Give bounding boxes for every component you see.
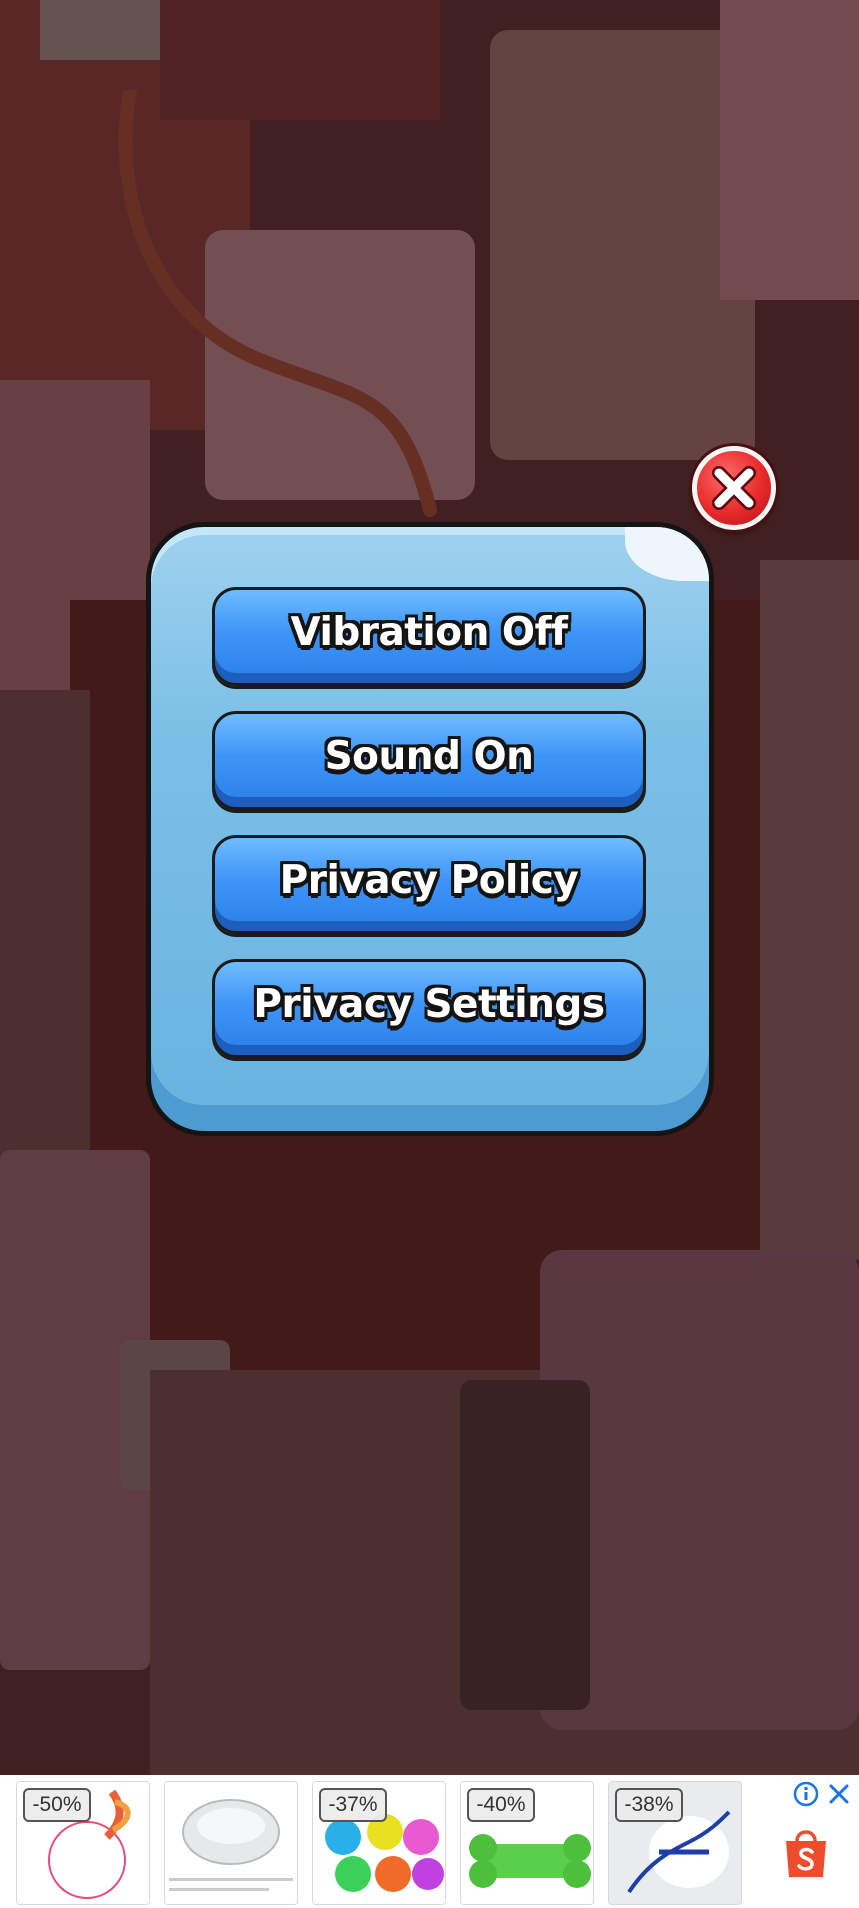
ad-product-card[interactable]: -38% — [608, 1781, 742, 1905]
discount-badge: -38% — [615, 1788, 683, 1822]
privacy-policy-label: Privacy Policy — [279, 858, 579, 903]
ad-product-card[interactable]: -37% — [312, 1781, 446, 1905]
discount-badge: -50% — [23, 1788, 91, 1822]
ad-product-card[interactable]: -50% — [16, 1781, 150, 1905]
privacy-policy-button[interactable]: Privacy Policy — [212, 835, 646, 934]
sound-toggle-label: Sound On — [324, 734, 534, 779]
info-icon[interactable] — [793, 1781, 819, 1807]
privacy-settings-label: Privacy Settings — [253, 982, 605, 1027]
panel-corner-highlight — [625, 527, 709, 581]
close-x-icon — [712, 466, 756, 510]
sound-toggle-button[interactable]: Sound On — [212, 711, 646, 810]
pet-bowl-icon — [165, 1782, 297, 1904]
vibration-toggle-button[interactable]: Vibration Off — [212, 587, 646, 686]
ad-product-card[interactable] — [164, 1781, 298, 1905]
discount-badge: -37% — [319, 1788, 387, 1822]
ad-product-card[interactable]: -40% — [460, 1781, 594, 1905]
close-button[interactable] — [692, 446, 776, 530]
ad-banner[interactable]: -50% -37% -40% -38% — [0, 1775, 859, 1908]
discount-badge: -40% — [467, 1788, 535, 1822]
privacy-settings-button[interactable]: Privacy Settings — [212, 959, 646, 1058]
shopee-bag-icon[interactable] — [783, 1825, 829, 1879]
close-icon[interactable] — [826, 1781, 852, 1807]
vibration-toggle-label: Vibration Off — [290, 610, 568, 655]
